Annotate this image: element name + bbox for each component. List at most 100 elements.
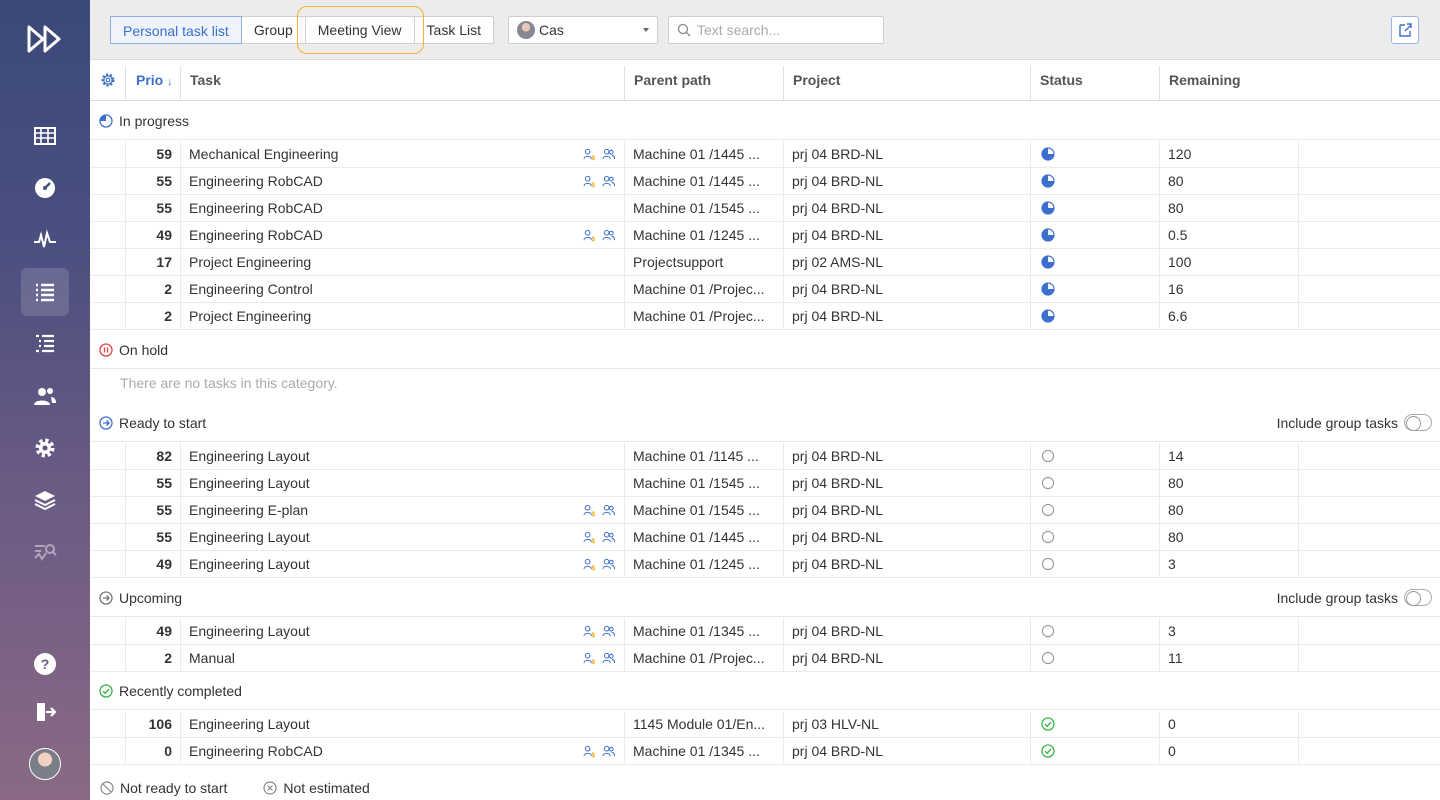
check-circle-icon[interactable]: [1041, 717, 1055, 731]
table-row[interactable]: 49 Engineering Layout $ Machine 01 /1345 ..…: [90, 618, 1440, 645]
calendar-grid-icon[interactable]: [21, 112, 69, 160]
task-name[interactable]: Engineering RobCAD: [189, 738, 569, 764]
table-row[interactable]: 17 Project Engineering Projectsupport prj 0…: [90, 249, 1440, 276]
column-prio[interactable]: Prio ↓: [136, 60, 173, 100]
task-remaining[interactable]: 11: [1168, 645, 1288, 671]
task-priority[interactable]: 55: [122, 470, 172, 496]
task-priority[interactable]: 49: [122, 551, 172, 577]
task-name[interactable]: Engineering Layout: [189, 443, 569, 469]
group-users-icon[interactable]: [602, 148, 615, 161]
table-row[interactable]: 49 Engineering RobCAD $ Machine 01 /1245 ..…: [90, 222, 1440, 249]
task-remaining[interactable]: 3: [1168, 551, 1288, 577]
help-icon[interactable]: ?: [21, 640, 69, 688]
pie-progress-icon[interactable]: [1041, 282, 1055, 296]
task-remaining[interactable]: 80: [1168, 195, 1288, 221]
gauge-icon[interactable]: [21, 164, 69, 212]
task-remaining[interactable]: 80: [1168, 470, 1288, 496]
task-name[interactable]: Engineering RobCAD: [189, 195, 569, 221]
task-remaining[interactable]: 14: [1168, 443, 1288, 469]
task-name[interactable]: Manual: [189, 645, 569, 671]
open-external-button[interactable]: [1391, 16, 1419, 44]
task-priority[interactable]: 0: [122, 738, 172, 764]
tab-meeting-view[interactable]: Meeting View: [306, 17, 415, 43]
table-row[interactable]: 55 Engineering RobCAD Machine 01 /1545 ...…: [90, 195, 1440, 222]
include-group-tasks-toggle[interactable]: [1404, 589, 1432, 606]
column-settings-gear-icon[interactable]: [100, 72, 116, 91]
pie-progress-icon[interactable]: [1041, 228, 1055, 242]
group-users-icon[interactable]: [602, 558, 615, 571]
search-input[interactable]: [697, 22, 877, 38]
pie-progress-icon[interactable]: [1041, 174, 1055, 188]
table-row[interactable]: 55 Engineering RobCAD $ Machine 01 /1445 ..…: [90, 168, 1440, 195]
task-name[interactable]: Engineering Layout: [189, 618, 569, 644]
group-users-icon[interactable]: [602, 625, 615, 638]
fast-forward-icon[interactable]: [27, 24, 63, 54]
group-users-icon[interactable]: [602, 175, 615, 188]
group-users-icon[interactable]: [602, 504, 615, 517]
task-name[interactable]: Engineering E-plan: [189, 497, 569, 523]
task-priority[interactable]: 49: [122, 222, 172, 248]
table-row[interactable]: 82 Engineering Layout Machine 01 /1145 ...…: [90, 443, 1440, 470]
task-remaining[interactable]: 0: [1168, 738, 1288, 764]
table-row[interactable]: 55 Engineering Layout $ Machine 01 /1445 ..…: [90, 524, 1440, 551]
task-name[interactable]: Engineering Layout: [189, 551, 569, 577]
user-cost-icon[interactable]: $: [583, 175, 596, 188]
user-cost-icon[interactable]: $: [583, 745, 596, 758]
users-icon[interactable]: [21, 372, 69, 420]
task-priority[interactable]: 55: [122, 497, 172, 523]
table-row[interactable]: 106 Engineering Layout 1145 Module 01/En..…: [90, 711, 1440, 738]
task-remaining[interactable]: 3: [1168, 618, 1288, 644]
avatar[interactable]: [29, 748, 61, 780]
task-remaining[interactable]: 100: [1168, 249, 1288, 275]
pie-progress-icon[interactable]: [1041, 309, 1055, 323]
task-priority[interactable]: 49: [122, 618, 172, 644]
user-cost-icon[interactable]: $: [583, 625, 596, 638]
pulse-icon[interactable]: [21, 216, 69, 264]
task-name[interactable]: Engineering RobCAD: [189, 222, 569, 248]
task-priority[interactable]: 55: [122, 524, 172, 550]
task-priority[interactable]: 55: [122, 168, 172, 194]
empty-circle-icon[interactable]: [1041, 624, 1055, 638]
empty-circle-icon[interactable]: [1041, 557, 1055, 571]
task-priority[interactable]: 2: [122, 303, 172, 329]
task-remaining[interactable]: 16: [1168, 276, 1288, 302]
table-row[interactable]: 49 Engineering Layout $ Machine 01 /1245 ..…: [90, 551, 1440, 578]
table-row[interactable]: 2 Engineering Control Machine 01 /Projec..…: [90, 276, 1440, 303]
column-remaining[interactable]: Remaining: [1169, 60, 1241, 100]
table-row[interactable]: 2 Project Engineering Machine 01 /Projec..…: [90, 303, 1440, 330]
column-status[interactable]: Status: [1040, 60, 1083, 100]
task-priority[interactable]: 106: [122, 711, 172, 737]
task-name[interactable]: Engineering Layout: [189, 470, 569, 496]
list-icon[interactable]: [21, 268, 69, 316]
check-circle-icon[interactable]: [1041, 744, 1055, 758]
task-name[interactable]: Mechanical Engineering: [189, 141, 569, 167]
tab-group[interactable]: Group: [242, 17, 306, 43]
column-project[interactable]: Project: [793, 60, 840, 100]
table-row[interactable]: 55 Engineering E-plan $ Machine 01 /1545 ..…: [90, 497, 1440, 524]
gear-icon[interactable]: [21, 424, 69, 472]
user-cost-icon[interactable]: $: [583, 558, 596, 571]
task-remaining[interactable]: 6.6: [1168, 303, 1288, 329]
task-name[interactable]: Engineering Control: [189, 276, 569, 302]
task-name[interactable]: Project Engineering: [189, 249, 569, 275]
task-name[interactable]: Engineering Layout: [189, 711, 569, 737]
empty-circle-icon[interactable]: [1041, 476, 1055, 490]
table-row[interactable]: 55 Engineering Layout Machine 01 /1545 ...…: [90, 470, 1440, 497]
empty-circle-icon[interactable]: [1041, 530, 1055, 544]
task-name[interactable]: Project Engineering: [189, 303, 569, 329]
task-remaining[interactable]: 120: [1168, 141, 1288, 167]
logout-icon[interactable]: [21, 688, 69, 736]
task-name[interactable]: Engineering Layout: [189, 524, 569, 550]
task-priority[interactable]: 17: [122, 249, 172, 275]
task-priority[interactable]: 82: [122, 443, 172, 469]
task-remaining[interactable]: 0.5: [1168, 222, 1288, 248]
task-priority[interactable]: 2: [122, 276, 172, 302]
table-row[interactable]: 2 Manual $ Machine 01 /Projec... prj 04 BRD-…: [90, 645, 1440, 672]
user-cost-icon[interactable]: $: [583, 148, 596, 161]
group-users-icon[interactable]: [602, 745, 615, 758]
group-users-icon[interactable]: [602, 229, 615, 242]
task-priority[interactable]: 2: [122, 645, 172, 671]
pie-progress-icon[interactable]: [1041, 255, 1055, 269]
tab-personal-task-list[interactable]: Personal task list: [110, 16, 242, 44]
task-name[interactable]: Engineering RobCAD: [189, 168, 569, 194]
